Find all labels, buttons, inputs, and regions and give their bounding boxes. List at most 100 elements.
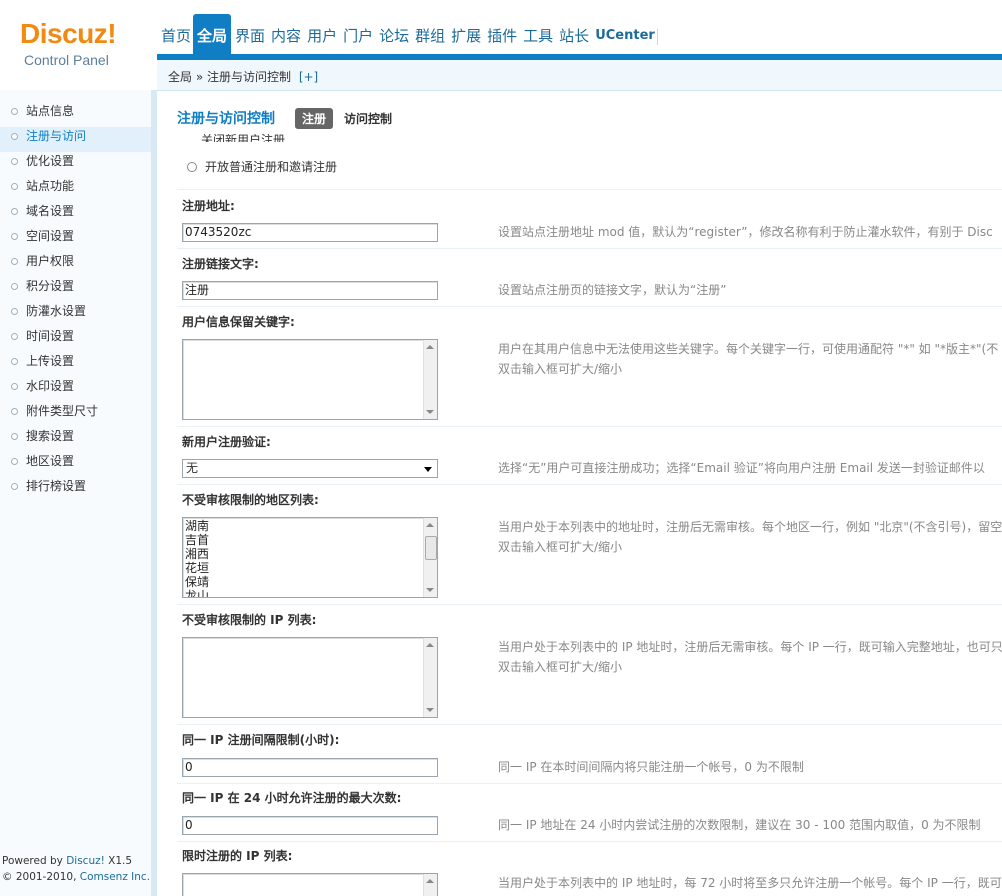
nav-separator (656, 29, 658, 45)
scroll-up-arrow-icon[interactable] (426, 345, 434, 349)
region-list: 湖南 吉首 湘西 花垣 保靖 龙山 (185, 519, 210, 598)
register-url-input[interactable]: 0743520zc (182, 223, 438, 242)
sidebar-item-region[interactable]: 地区设置 (0, 452, 151, 477)
ip-interval-tip: 同一 IP 在本时间间隔内将只能注册一个帐号，0 为不限制 (498, 760, 804, 774)
nav-user[interactable]: 用户 (303, 14, 339, 54)
region-line: 吉首 (185, 533, 210, 547)
region-line: 保靖 (185, 575, 210, 589)
nav-extended[interactable]: 扩展 (447, 14, 483, 54)
sidebar-footer: Powered by Discuz! X1.5 © 2001-2010, Com… (2, 853, 150, 885)
sidebar-item-time[interactable]: 时间设置 (0, 327, 151, 352)
breadcrumb-path[interactable]: 全局 » 注册与访问控制 (168, 70, 291, 84)
nav-forum[interactable]: 论坛 (375, 14, 411, 54)
region-whitelist-tip-2: 双击输入框可扩大/缩小 (498, 540, 623, 554)
divider (177, 783, 1002, 784)
scroll-down-arrow-icon[interactable] (426, 588, 434, 592)
ip-max-label: 同一 IP 在 24 小时允许注册的最大次数: (182, 791, 402, 805)
nav-portal[interactable]: 门户 (339, 14, 375, 54)
region-whitelist-tip: 当用户处于本列表中的地址时，注册后无需审核。每个地区一行，例如 "北京"(不含引… (498, 520, 1002, 534)
scroll-down-arrow-icon[interactable] (426, 410, 434, 414)
radio-button[interactable] (187, 161, 197, 172)
region-line: 湖南 (185, 519, 210, 533)
scrollbar[interactable] (423, 518, 437, 597)
sidebar-item-watermark[interactable]: 水印设置 (0, 377, 151, 402)
sidebar-item-credits[interactable]: 积分设置 (0, 277, 151, 302)
nav-global[interactable]: 全局 (193, 14, 232, 54)
divider (177, 189, 1002, 190)
nav-tools[interactable]: 工具 (519, 14, 555, 54)
logo-brand: Discuz! (20, 18, 117, 49)
sidebar-item-search[interactable]: 搜索设置 (0, 427, 151, 452)
main-content: 注册与访问控制 注册 访问控制 关闭新用户注册 开放普通注册和邀请注册 注册地址… (157, 91, 1002, 896)
sidebar-item-domain[interactable]: 域名设置 (0, 202, 151, 227)
radio-open-register[interactable]: 开放普通注册和邀请注册 (187, 158, 337, 175)
nav-founder[interactable]: 站长 (555, 14, 591, 54)
censor-keywords-tip: 用户在其用户信息中无法使用这些关键字。每个关键字一行，可使用通配符 "*" 如 … (498, 342, 999, 356)
sidebar-item-permissions[interactable]: 用户权限 (0, 252, 151, 277)
ip-interval-input[interactable]: 0 (182, 758, 438, 777)
title-row: 注册与访问控制 注册 访问控制 (177, 107, 403, 129)
header: Discuz! Control Panel 首页 全局 界面 内容 用户 门户 … (0, 0, 1002, 90)
sidebar-menu: 站点信息 注册与访问 优化设置 站点功能 域名设置 空间设置 用户权限 积分设置… (0, 102, 151, 502)
sidebar-item-register-access[interactable]: 注册与访问 (0, 127, 151, 152)
sidebar-item-ranklist[interactable]: 排行榜设置 (0, 477, 151, 502)
register-link-text-input[interactable]: 注册 (182, 281, 438, 300)
ip-limit-textarea[interactable] (182, 873, 438, 896)
sidebar-item-optimize[interactable]: 优化设置 (0, 152, 151, 177)
divider (177, 604, 1002, 605)
ip-interval-label: 同一 IP 注册间隔限制(小时): (182, 733, 340, 747)
tab-access-control[interactable]: 访问控制 (337, 108, 399, 129)
nav-content[interactable]: 内容 (267, 14, 303, 54)
ip-max-input[interactable]: 0 (182, 816, 438, 835)
register-url-label: 注册地址: (182, 199, 235, 213)
sidebar-item-upload[interactable]: 上传设置 (0, 352, 151, 377)
sidebar-item-space[interactable]: 空间设置 (0, 227, 151, 252)
sidebar-item-attachment-types[interactable]: 附件类型尺寸 (0, 402, 151, 427)
nav-home[interactable]: 首页 (157, 14, 193, 54)
ip-whitelist-label: 不受审核限制的 IP 列表: (182, 613, 317, 627)
censor-keywords-textarea[interactable] (182, 339, 438, 420)
sidebar: 站点信息 注册与访问 优化设置 站点功能 域名设置 空间设置 用户权限 积分设置… (0, 90, 157, 896)
region-line: 龙山 (185, 589, 210, 598)
nav-group[interactable]: 群组 (411, 14, 447, 54)
scroll-down-arrow-icon[interactable] (426, 708, 434, 712)
sidebar-item-site-function[interactable]: 站点功能 (0, 177, 151, 202)
sidebar-item-antispam[interactable]: 防灌水设置 (0, 302, 151, 327)
ip-whitelist-tip: 当用户处于本列表中的 IP 地址时，注册后无需审核。每个 IP 一行，既可输入完… (498, 640, 1002, 654)
clipped-radio-option: 关闭新用户注册 (201, 134, 286, 142)
ip-whitelist-textarea[interactable] (182, 637, 438, 718)
register-link-text-tip: 设置站点注册页的链接文字，默认为“注册” (498, 283, 727, 297)
region-line: 花垣 (185, 561, 210, 575)
scroll-up-arrow-icon[interactable] (426, 879, 434, 883)
tab-register[interactable]: 注册 (295, 107, 334, 129)
sidebar-item-site-info[interactable]: 站点信息 (0, 102, 151, 127)
ip-max-tip: 同一 IP 地址在 24 小时内尝试注册的次数限制，建议在 30 - 100 范… (498, 818, 981, 832)
copyright: © 2001-2010, Comsenz Inc. (2, 869, 150, 885)
comsenz-link[interactable]: Comsenz Inc. (80, 871, 150, 883)
scroll-up-arrow-icon[interactable] (426, 643, 434, 647)
logo[interactable]: Discuz! Control Panel (0, 0, 157, 90)
nav-plugin[interactable]: 插件 (483, 14, 519, 54)
powered-text: Powered by (2, 855, 67, 867)
scrollbar[interactable] (423, 874, 437, 896)
scroll-thumb[interactable] (425, 536, 437, 560)
nav-style[interactable]: 界面 (231, 14, 267, 54)
discuz-link[interactable]: Discuz! (66, 855, 105, 867)
add-shortcut-link[interactable]: [+] (299, 70, 318, 84)
scroll-up-arrow-icon[interactable] (426, 523, 434, 527)
region-whitelist-textarea[interactable]: 湖南 吉首 湘西 花垣 保靖 龙山 (182, 517, 438, 598)
register-verify-tip: 选择“无”用户可直接注册成功；选择“Email 验证”将向用户注册 Email … (498, 461, 985, 475)
register-url-tip: 设置站点注册地址 mod 值，默认为“register”，修改名称有利于防止灌水… (498, 225, 993, 239)
region-whitelist-label: 不受审核限制的地区列表: (182, 493, 319, 507)
scrollbar[interactable] (423, 638, 437, 717)
censor-keywords-label: 用户信息保留关键字: (182, 315, 295, 329)
ip-limit-label: 限时注册的 IP 列表: (182, 849, 293, 863)
scrollbar[interactable] (423, 340, 437, 419)
region-line: 湘西 (185, 547, 210, 561)
nav-ucenter[interactable]: UCenter (591, 14, 657, 54)
censor-keywords-tip-2: 双击输入框可扩大/缩小 (498, 362, 623, 376)
copyright-text: © 2001-2010, (2, 871, 80, 883)
register-verify-select[interactable]: 无 (182, 459, 438, 478)
divider (177, 724, 1002, 725)
dropdown-arrow-icon[interactable] (424, 467, 432, 472)
